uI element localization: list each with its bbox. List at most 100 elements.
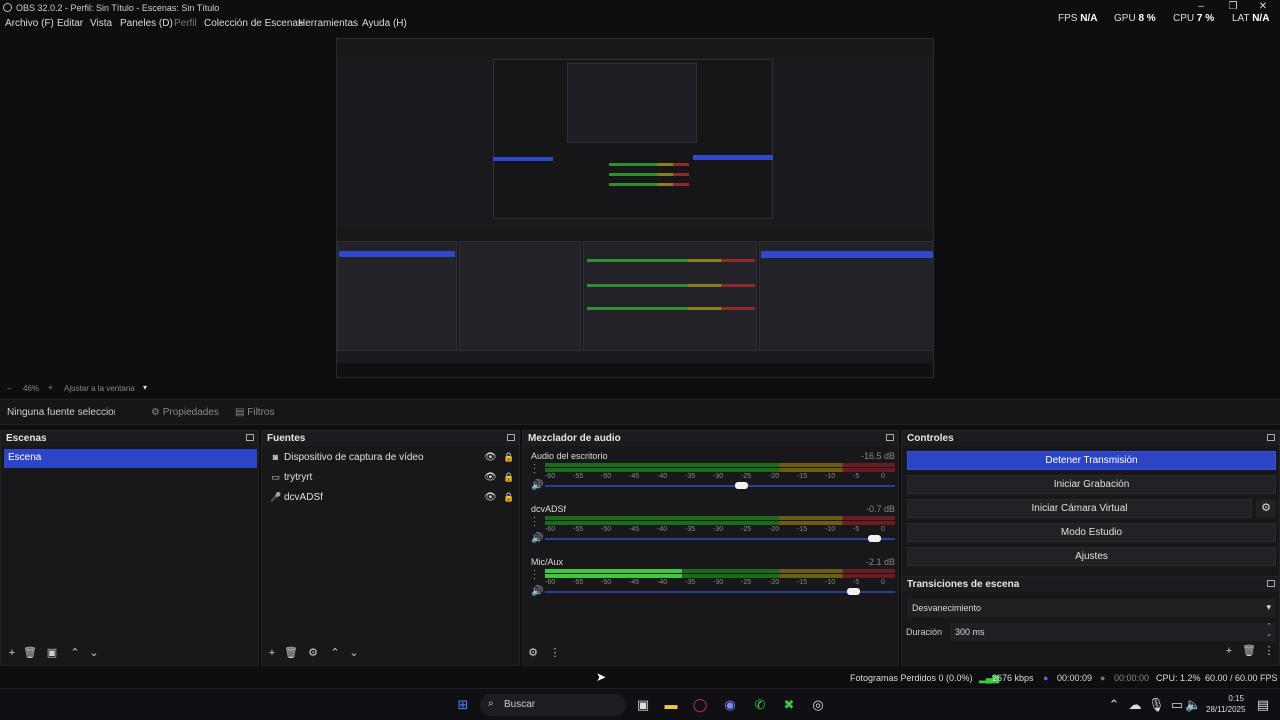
preview-nested-srcbar bbox=[337, 229, 933, 241]
properties-button[interactable]: ⚙ Propiedades bbox=[146, 404, 224, 421]
channel-menu-icon[interactable]: · · · bbox=[533, 460, 539, 477]
start-virtual-camera-button[interactable]: Iniciar Cámara Virtual bbox=[907, 499, 1252, 518]
remove-transition-button[interactable]: 🗑 bbox=[1242, 644, 1256, 658]
menu-editar[interactable]: Editar bbox=[57, 18, 83, 29]
lock-icon[interactable]: 🔒 bbox=[503, 452, 514, 463]
source-row[interactable]: ◙ Dispositivo de captura de vídeo 👁 🔒 bbox=[268, 449, 518, 469]
preview-canvas[interactable] bbox=[336, 38, 934, 378]
source-toolbar: Ninguna fuente seleccionada ⚙ Propiedade… bbox=[0, 399, 1280, 425]
remove-source-button[interactable]: 🗑 bbox=[284, 646, 298, 660]
move-source-down-button[interactable]: ⌄ bbox=[347, 646, 361, 660]
advanced-audio-icon[interactable]: ⚙ bbox=[526, 646, 540, 660]
volume-knob[interactable] bbox=[735, 482, 748, 489]
preview-nested-mixer-meter-2 bbox=[587, 284, 755, 287]
visibility-eye-icon[interactable]: 👁 bbox=[484, 452, 497, 463]
chevron-up-icon[interactable]: ⌃ bbox=[1106, 697, 1122, 713]
volume-knob[interactable] bbox=[847, 588, 860, 595]
clock-date[interactable]: 28/11/2025 bbox=[1206, 705, 1245, 714]
fit-window-button[interactable]: Ajustar a la ventana bbox=[64, 384, 135, 393]
move-scene-down-button[interactable]: ⌄ bbox=[87, 646, 101, 660]
fps-readout: 60.00 / 60.00 FPS bbox=[1205, 673, 1278, 683]
menu-ayuda[interactable]: Ayuda (H) bbox=[362, 18, 407, 29]
volume-icon[interactable]: 🔈 bbox=[1185, 697, 1201, 713]
menu-paneles[interactable]: Paneles (D) bbox=[120, 18, 173, 29]
channel-menu-icon[interactable]: · · · bbox=[533, 566, 539, 583]
preview-nested-window-2 bbox=[567, 63, 697, 143]
add-transition-button[interactable]: + bbox=[1222, 644, 1236, 658]
scene-item[interactable]: Escena bbox=[4, 449, 257, 468]
spinner-arrows-icon[interactable]: ⌃ ⌄ bbox=[1266, 623, 1272, 639]
windows-start-icon[interactable]: ⊞ bbox=[455, 697, 471, 713]
meter-tick-label: -55 bbox=[573, 526, 584, 533]
source-properties-button[interactable]: ⚙ bbox=[306, 646, 320, 660]
duration-spinbox[interactable]: 300 ms ⌃ ⌄ bbox=[950, 623, 1276, 641]
speaker-icon[interactable]: 🔊 bbox=[531, 533, 543, 544]
undock-icon[interactable] bbox=[246, 434, 254, 441]
source-row[interactable]: 🎤 dcvADSf 👁 🔒 bbox=[268, 489, 518, 509]
undock-icon[interactable] bbox=[507, 434, 515, 441]
filters-button[interactable]: ▤ Filtros bbox=[230, 404, 279, 421]
scene-filters-button[interactable]: ▣ bbox=[45, 646, 59, 660]
meter-tick-label: -60 bbox=[545, 473, 556, 480]
mixer-menu-icon[interactable]: ⋮ bbox=[548, 646, 562, 660]
network-icon[interactable]: ☁ bbox=[1127, 697, 1143, 713]
opera-icon[interactable]: ◯ bbox=[692, 697, 708, 713]
scenes-footer: + 🗑 ▣ ⌃ ⌄ bbox=[1, 641, 258, 665]
meter-tick-label: -25 bbox=[741, 579, 752, 586]
duration-label: Duración bbox=[906, 627, 943, 637]
move-scene-up-button[interactable]: ⌃ bbox=[68, 646, 82, 660]
taskbar-search[interactable]: ⌕ Buscar bbox=[480, 694, 626, 716]
menu-herramientas[interactable]: Herramientas bbox=[298, 18, 358, 29]
volume-knob[interactable] bbox=[868, 535, 881, 542]
clock-time[interactable]: 0:15 bbox=[1206, 694, 1244, 703]
virtual-camera-settings-gear-icon[interactable]: ⚙ bbox=[1256, 499, 1276, 518]
remove-scene-button[interactable]: 🗑 bbox=[23, 646, 37, 660]
add-scene-button[interactable]: + bbox=[5, 646, 19, 660]
menu-vista[interactable]: Vista bbox=[90, 18, 112, 29]
menu-archivo[interactable]: Archivo (F) bbox=[5, 18, 54, 29]
maximize-button[interactable]: ❐ bbox=[1226, 1, 1240, 13]
speaker-icon[interactable]: 🔊 bbox=[531, 480, 543, 491]
volume-fader[interactable] bbox=[545, 588, 895, 595]
dropped-frames: Fotogramas Perdidos 0 (0.0%) bbox=[850, 673, 973, 683]
minimize-button[interactable]: – bbox=[1194, 1, 1208, 13]
zoom-out-button[interactable]: − bbox=[7, 384, 12, 393]
visibility-eye-icon[interactable]: 👁 bbox=[484, 492, 497, 503]
mixer-dock-header: Mezclador de audio bbox=[523, 431, 898, 446]
zoom-in-button[interactable]: + bbox=[48, 383, 53, 392]
volume-fader[interactable] bbox=[545, 535, 895, 542]
transition-select[interactable]: Desvanecimiento ▾ bbox=[907, 599, 1276, 617]
display-tray-icon[interactable]: ▭ bbox=[1169, 697, 1185, 713]
visibility-eye-icon[interactable]: 👁 bbox=[484, 472, 497, 483]
add-source-button[interactable]: + bbox=[265, 646, 279, 660]
undock-icon[interactable] bbox=[1267, 580, 1275, 587]
volume-fader[interactable] bbox=[545, 482, 895, 489]
start-recording-button[interactable]: Iniciar Grabación bbox=[907, 475, 1276, 494]
move-source-up-button[interactable]: ⌃ bbox=[328, 646, 342, 660]
zoom-dropdown-arrow[interactable]: ▾ bbox=[143, 383, 147, 392]
lock-icon[interactable]: 🔒 bbox=[503, 492, 514, 503]
source-row[interactable]: ▭ trytryrt 👁 🔒 bbox=[268, 469, 518, 489]
stop-stream-button[interactable]: Detener Transmisión bbox=[907, 451, 1276, 470]
whatsapp-icon[interactable]: ✆ bbox=[752, 697, 768, 713]
discord-icon[interactable]: ◉ bbox=[722, 697, 738, 713]
menu-perfil[interactable]: Perfil bbox=[174, 18, 197, 29]
notifications-icon[interactable]: ▤ bbox=[1255, 697, 1271, 713]
file-explorer-icon[interactable]: ▬ bbox=[663, 697, 679, 713]
close-button[interactable]: ✕ bbox=[1256, 1, 1270, 13]
settings-button[interactable]: Ajustes bbox=[907, 547, 1276, 566]
channel-menu-icon[interactable]: · · · bbox=[533, 513, 539, 530]
transition-menu-icon[interactable]: ⋮ bbox=[1262, 644, 1276, 658]
studio-mode-button[interactable]: Modo Estudio bbox=[907, 523, 1276, 542]
lock-icon[interactable]: 🔒 bbox=[503, 472, 514, 483]
obs-taskbar-icon[interactable]: ◎ bbox=[810, 697, 826, 713]
meter-tick-label: -60 bbox=[545, 526, 556, 533]
undock-icon[interactable] bbox=[886, 434, 894, 441]
undock-icon[interactable] bbox=[1267, 434, 1275, 441]
microphone-tray-icon[interactable]: 🎙 bbox=[1148, 697, 1165, 713]
menu-coleccion-escenas[interactable]: Colección de Escenas bbox=[204, 18, 303, 29]
speaker-icon[interactable]: 🔊 bbox=[531, 586, 543, 597]
task-view-icon[interactable]: ▣ bbox=[635, 697, 651, 713]
xbox-app-icon[interactable]: ✖ bbox=[781, 697, 797, 713]
transitions-title: Transiciones de escena bbox=[902, 577, 1279, 592]
